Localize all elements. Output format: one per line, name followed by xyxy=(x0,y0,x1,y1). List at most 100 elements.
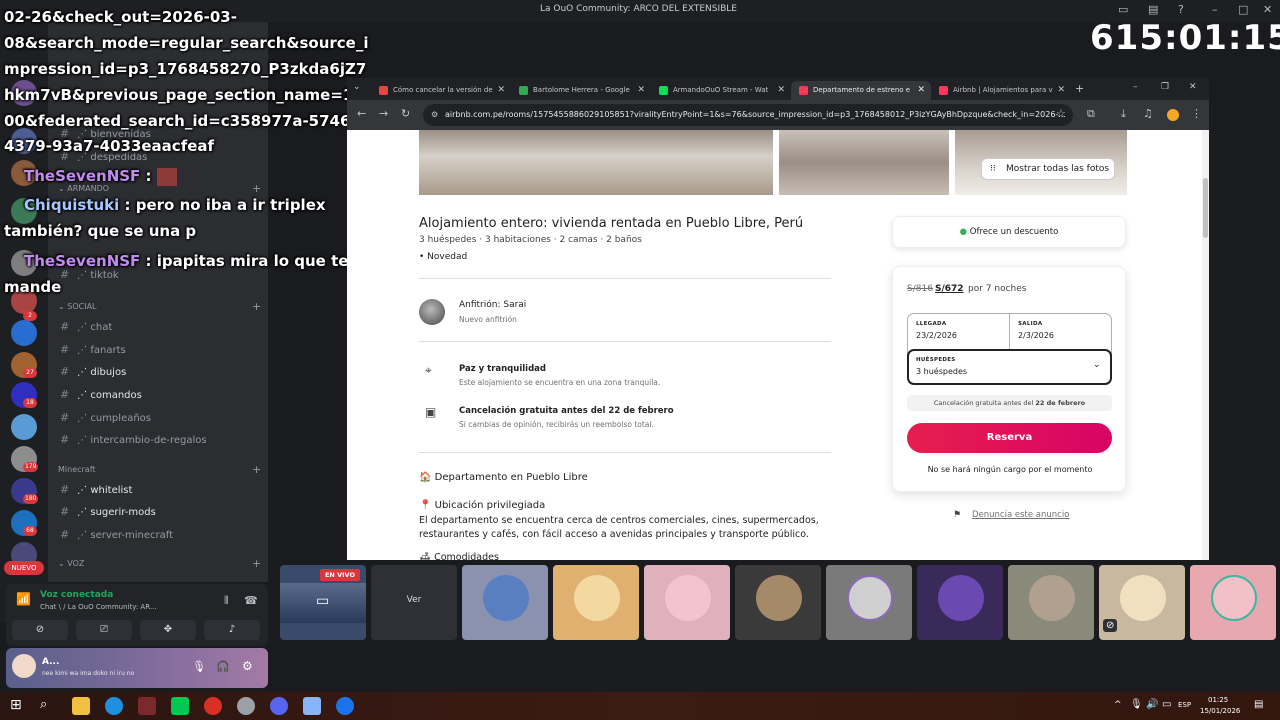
discounted-price[interactable]: S/672 xyxy=(935,284,964,294)
category-voz[interactable]: ⌄ VOZ xyxy=(58,559,84,568)
mic-icon[interactable]: 🎙 xyxy=(1130,699,1143,710)
scrollbar-thumb[interactable] xyxy=(1203,178,1208,238)
reload-icon[interactable]: ↻ xyxy=(401,107,410,120)
close-tab-icon[interactable]: ✕ xyxy=(777,81,785,100)
channel-item[interactable]: # ⋰ server-minecraft xyxy=(60,528,173,541)
notification-icon[interactable]: ▤ xyxy=(1254,699,1263,710)
participant-tile[interactable] xyxy=(644,565,730,640)
browser-tab[interactable]: Bartolome Herrera - Google ✕ xyxy=(511,81,651,100)
menu-icon[interactable]: ⋮ xyxy=(1191,107,1202,120)
add-channel-icon[interactable]: + xyxy=(252,182,261,195)
server-icon[interactable] xyxy=(11,414,37,440)
forward-icon[interactable]: → xyxy=(379,107,388,120)
profile-avatar[interactable] xyxy=(1167,109,1179,121)
participant-tile[interactable]: ⊘ xyxy=(1099,565,1185,640)
participant-tile[interactable] xyxy=(917,565,1003,640)
app-icon[interactable] xyxy=(303,697,321,715)
channel-item[interactable]: # ⋰ fanarts xyxy=(60,343,126,356)
close-tab-icon[interactable]: ✕ xyxy=(917,81,925,100)
channel-item[interactable]: # ⋰ dibujos xyxy=(60,365,126,378)
host-avatar[interactable] xyxy=(419,299,445,325)
clock-date[interactable]: 15/01/2026 xyxy=(1200,707,1240,715)
edge-icon[interactable] xyxy=(105,697,123,715)
category-minecraft[interactable]: Minecraft xyxy=(58,465,96,474)
channel-item[interactable]: # ⋰ intercambio-de-regalos xyxy=(60,433,207,446)
speaker-icon[interactable]: 🔊 xyxy=(1146,699,1158,710)
minimize-icon[interactable]: – xyxy=(1212,3,1218,16)
extensions-icon[interactable]: ⧉ xyxy=(1087,107,1095,121)
mic-icon[interactable]: 🎙 xyxy=(192,660,206,673)
file-explorer-icon[interactable] xyxy=(72,697,90,715)
channel-item[interactable]: # ⋰ comandos xyxy=(60,388,142,401)
help-icon[interactable]: ? xyxy=(1178,3,1184,16)
obs-icon[interactable] xyxy=(204,697,222,715)
channel-item[interactable]: # ⋰ sugerir-mods xyxy=(60,505,156,518)
maximize-icon[interactable]: □ xyxy=(1238,3,1248,16)
discord-icon[interactable] xyxy=(270,697,288,715)
listing-photo[interactable] xyxy=(419,130,773,195)
participant-tile[interactable] xyxy=(735,565,821,640)
close-icon[interactable]: ✕ xyxy=(1189,82,1197,92)
participant-tile[interactable] xyxy=(462,565,548,640)
browser-tab-active[interactable]: Departamento de estreno e ✕ xyxy=(791,81,931,100)
site-info-icon[interactable]: ⚙ xyxy=(431,104,438,126)
kick-icon[interactable] xyxy=(171,697,189,715)
participant-tile[interactable] xyxy=(553,565,639,640)
maximize-icon[interactable]: ❐ xyxy=(1161,82,1169,92)
tab-search-icon[interactable]: ⌄ xyxy=(353,82,361,92)
clock-time[interactable]: 01:25 xyxy=(1208,696,1228,704)
network-icon[interactable]: ▭ xyxy=(1162,699,1171,710)
chevron-down-icon[interactable]: ⌄ xyxy=(1093,360,1101,370)
chrome-icon[interactable] xyxy=(336,697,354,715)
address-bar[interactable]: ⚙ airbnb.com.pe/rooms/157545588602910585… xyxy=(423,104,1073,126)
windows-start-icon[interactable]: ⊞ xyxy=(10,697,22,713)
channel-item[interactable]: # ⋰ cumpleaños xyxy=(60,411,151,424)
add-channel-icon[interactable]: + xyxy=(252,557,261,570)
gear-icon[interactable]: ⚙ xyxy=(242,659,253,673)
browser-tab[interactable]: Cómo cancelar la versión de ✕ xyxy=(371,81,511,100)
camera-off-button[interactable]: ⊘ xyxy=(12,620,68,640)
download-icon[interactable]: ⤓ xyxy=(1121,107,1126,121)
participant-tile[interactable] xyxy=(826,565,912,640)
screen-share-button[interactable]: ⎚ xyxy=(76,620,132,640)
waveform-icon[interactable]: ⫴ xyxy=(224,594,229,608)
tray-expand-icon[interactable]: ^ xyxy=(1114,700,1122,710)
view-stream-tile[interactable]: Ver xyxy=(371,565,457,640)
soundboard-button[interactable]: ♪ xyxy=(204,620,260,640)
server-icon[interactable] xyxy=(11,320,37,346)
activities-button[interactable]: ✥ xyxy=(140,620,196,640)
close-tab-icon[interactable]: ✕ xyxy=(637,81,645,100)
back-icon[interactable]: ← xyxy=(357,107,366,120)
search-icon[interactable]: ⌕ xyxy=(40,697,47,712)
show-all-photos-button[interactable]: ⁝⁝ Mostrar todas las fotos xyxy=(981,158,1115,180)
avatar[interactable] xyxy=(12,654,36,678)
browser-tab[interactable]: ArmandoOuO Stream - Wat ✕ xyxy=(651,81,791,100)
channel-item[interactable]: # ⋰ chat xyxy=(60,320,112,333)
app-icon[interactable] xyxy=(237,697,255,715)
channel-item[interactable]: # ⋰ whitelist xyxy=(60,483,132,496)
bookmark-star-icon[interactable]: ☆ xyxy=(1056,107,1066,120)
browser-tab[interactable]: Airbnb | Alojamientos para v ✕ xyxy=(931,81,1071,100)
checkout-field[interactable]: SALIDA 2/3/2026 xyxy=(1010,314,1111,349)
add-channel-icon[interactable]: + xyxy=(252,300,261,313)
headphones-icon[interactable]: 🎧 xyxy=(216,660,230,673)
minimize-icon[interactable]: – xyxy=(1133,82,1138,92)
language-indicator[interactable]: ESP xyxy=(1178,701,1191,709)
guests-field[interactable]: HUÉSPEDES 3 huéspedes ⌄ xyxy=(907,349,1112,385)
add-channel-icon[interactable]: + xyxy=(252,463,261,476)
app-icon[interactable] xyxy=(138,697,156,715)
close-icon[interactable]: ✕ xyxy=(1263,3,1272,16)
new-tab-icon[interactable]: + xyxy=(1075,82,1084,95)
category-social[interactable]: ⌄ SOCIAL xyxy=(58,302,97,311)
inbox-icon[interactable]: ▤ xyxy=(1148,3,1158,16)
listing-photo[interactable] xyxy=(779,130,949,195)
participant-tile[interactable] xyxy=(1190,565,1276,640)
reserve-button[interactable]: Reserva xyxy=(907,423,1112,453)
disconnect-icon[interactable]: ☎ xyxy=(244,594,258,607)
monitor-icon[interactable]: ▭ xyxy=(1118,3,1128,16)
media-icon[interactable]: ♫ xyxy=(1143,107,1153,120)
close-tab-icon[interactable]: ✕ xyxy=(1057,81,1065,100)
checkin-field[interactable]: LLEGADA 23/2/2026 xyxy=(908,314,1009,349)
voice-channel[interactable]: Chat \ / La OuO Community: AR... xyxy=(40,603,157,611)
report-listing-link[interactable]: Denuncia este anuncio xyxy=(972,510,1069,520)
